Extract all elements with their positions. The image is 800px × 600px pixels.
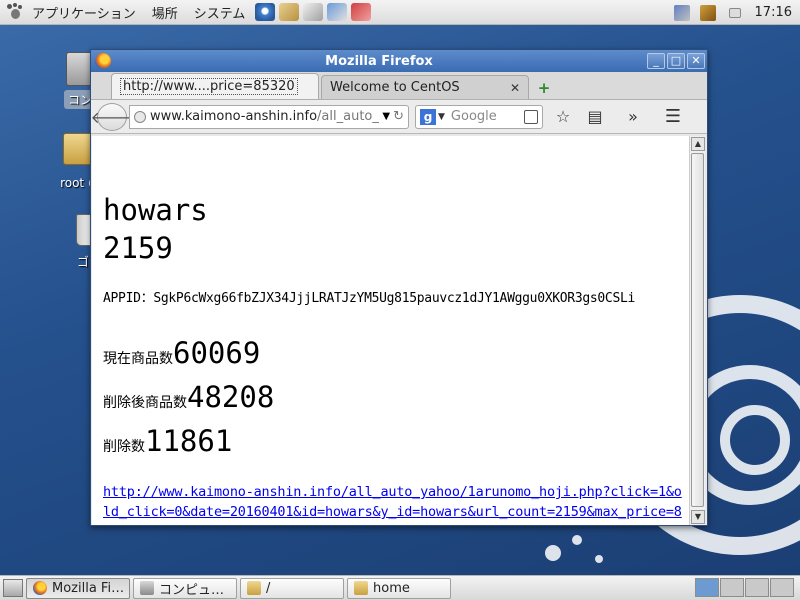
bookmarks-menu-icon[interactable]: ▤ bbox=[583, 105, 607, 129]
overflow-chevron-icon[interactable]: » bbox=[621, 105, 645, 129]
close-button[interactable]: ✕ bbox=[687, 53, 705, 69]
url-path: /all_auto_ bbox=[317, 109, 379, 124]
network-tray-icon[interactable] bbox=[673, 4, 690, 21]
stat-value: 48208 bbox=[187, 380, 275, 414]
back-arrow-icon: 🡐 bbox=[90, 107, 134, 127]
url-bar[interactable]: www.kaimono-anshin.info/all_auto_ ▼ ↻ bbox=[129, 104, 409, 129]
new-tab-button[interactable]: + bbox=[531, 77, 557, 99]
paint-launcher-icon[interactable] bbox=[327, 3, 348, 21]
engine-dropdown-icon[interactable]: ▼ bbox=[438, 112, 445, 122]
taskbar-item-home-folder[interactable]: home bbox=[347, 577, 451, 599]
dot-decoration bbox=[545, 545, 561, 561]
stat-label: 削除数 bbox=[103, 439, 145, 455]
stat-value: 11861 bbox=[145, 424, 233, 458]
menu-system[interactable]: システム bbox=[186, 3, 254, 22]
clock[interactable]: 17:16 bbox=[749, 5, 800, 20]
workspace-1[interactable] bbox=[695, 578, 719, 597]
taskbar-item-firefox[interactable]: Mozilla Fi… bbox=[26, 577, 130, 599]
vertical-scrollbar[interactable]: ▲ ▼ bbox=[689, 136, 705, 525]
window-title: Mozilla Firefox bbox=[325, 53, 433, 69]
dot-decoration bbox=[572, 535, 582, 545]
taskbar-item-root-folder[interactable]: / bbox=[240, 577, 344, 599]
stat-label: 現在商品数 bbox=[103, 351, 173, 367]
scroll-up-icon[interactable]: ▲ bbox=[691, 137, 705, 151]
swirl-decoration bbox=[720, 405, 790, 475]
back-button[interactable]: 🡐 bbox=[91, 102, 133, 131]
maximize-button[interactable]: □ bbox=[667, 53, 685, 69]
tab-welcome-centos[interactable]: Welcome to CentOS ✕ bbox=[321, 75, 529, 99]
navigation-bar: 🡐 www.kaimono-anshin.info/all_auto_ ▼ ↻ … bbox=[91, 100, 707, 134]
firefox-window: Mozilla Firefox _ □ ✕ http://www....pric… bbox=[90, 49, 708, 526]
tab-label: http://www....price=85320 bbox=[120, 78, 298, 95]
window-titlebar[interactable]: Mozilla Firefox _ □ ✕ bbox=[91, 50, 707, 72]
stat-deleted-count: 削除数11861 bbox=[103, 422, 691, 466]
tab-bar: http://www....price=85320 Welcome to Cen… bbox=[91, 72, 707, 100]
taskbar-label: / bbox=[266, 580, 271, 596]
url-host: www.kaimono-anshin.info bbox=[150, 109, 318, 124]
stat-value: 60069 bbox=[173, 336, 261, 370]
appid-text: APPID：SgkP6cWxg66fbZJX34JjjLRATJzYM5Ug81… bbox=[103, 291, 636, 306]
stat-after-delete-items: 削除後商品数48208 bbox=[103, 378, 691, 422]
firefox-icon[interactable] bbox=[95, 53, 111, 69]
page-content: howars 2159 APPID：SgkP6cWxg66fbZJX34JjjL… bbox=[92, 136, 691, 525]
scrollbar-thumb[interactable] bbox=[691, 153, 704, 507]
dot-decoration bbox=[595, 555, 603, 563]
taskbar-label: home bbox=[373, 580, 410, 596]
workspace-2[interactable] bbox=[720, 578, 744, 597]
network-launcher-icon[interactable] bbox=[351, 3, 372, 21]
stat-current-items: 現在商品数60069 bbox=[103, 334, 691, 378]
menu-applications[interactable]: アプリケーション bbox=[24, 3, 144, 22]
screen-tray-icon[interactable] bbox=[728, 7, 741, 18]
tab-close-icon[interactable]: ✕ bbox=[510, 81, 520, 95]
folder-icon bbox=[354, 581, 368, 595]
bottom-panel: Mozilla Fi… コンピュ… / home bbox=[0, 575, 800, 600]
show-desktop-icon[interactable] bbox=[3, 579, 23, 597]
mail-launcher-icon[interactable] bbox=[279, 3, 300, 21]
taskbar-label: Mozilla Fi… bbox=[52, 580, 125, 596]
folder-icon bbox=[247, 581, 261, 595]
taskbar-label: コンピュ… bbox=[159, 582, 225, 598]
gnome-foot-icon[interactable] bbox=[6, 3, 24, 21]
computer-icon bbox=[140, 581, 154, 595]
update-tray-icon[interactable] bbox=[699, 4, 716, 21]
dropdown-arrow-icon[interactable]: ▼ bbox=[382, 111, 390, 122]
workspace-3[interactable] bbox=[745, 578, 769, 597]
taskbar-item-computer[interactable]: コンピュ… bbox=[133, 577, 237, 599]
page-url-count: 2159 bbox=[103, 231, 173, 265]
top-panel: アプリケーション 場所 システム 17:16 bbox=[0, 0, 800, 25]
menu-hamburger-icon[interactable]: ☰ bbox=[661, 105, 685, 129]
bookmark-star-icon[interactable]: ☆ bbox=[551, 105, 575, 129]
search-icon[interactable] bbox=[524, 109, 538, 124]
reload-icon[interactable]: ↻ bbox=[393, 109, 404, 124]
result-link[interactable]: http://www.kaimono-anshin.info/all_auto_… bbox=[103, 482, 688, 525]
editor-launcher-icon[interactable] bbox=[303, 3, 324, 21]
firefox-icon bbox=[33, 581, 47, 595]
tab-price[interactable]: http://www....price=85320 bbox=[111, 73, 319, 99]
workspace-switcher bbox=[694, 578, 794, 597]
search-bar[interactable]: g ▼ Google bbox=[415, 104, 543, 129]
scroll-down-icon[interactable]: ▼ bbox=[691, 510, 705, 524]
page-user-id: howars bbox=[103, 193, 208, 227]
workspace-4[interactable] bbox=[770, 578, 794, 597]
tab-label: Welcome to CentOS bbox=[330, 80, 460, 95]
browser-launcher-icon[interactable] bbox=[255, 3, 276, 21]
menu-places[interactable]: 場所 bbox=[144, 3, 186, 22]
google-engine-icon[interactable]: g bbox=[420, 108, 436, 125]
globe-icon bbox=[134, 110, 146, 123]
minimize-button[interactable]: _ bbox=[647, 53, 665, 69]
stat-label: 削除後商品数 bbox=[103, 395, 187, 411]
search-placeholder: Google bbox=[450, 109, 497, 124]
